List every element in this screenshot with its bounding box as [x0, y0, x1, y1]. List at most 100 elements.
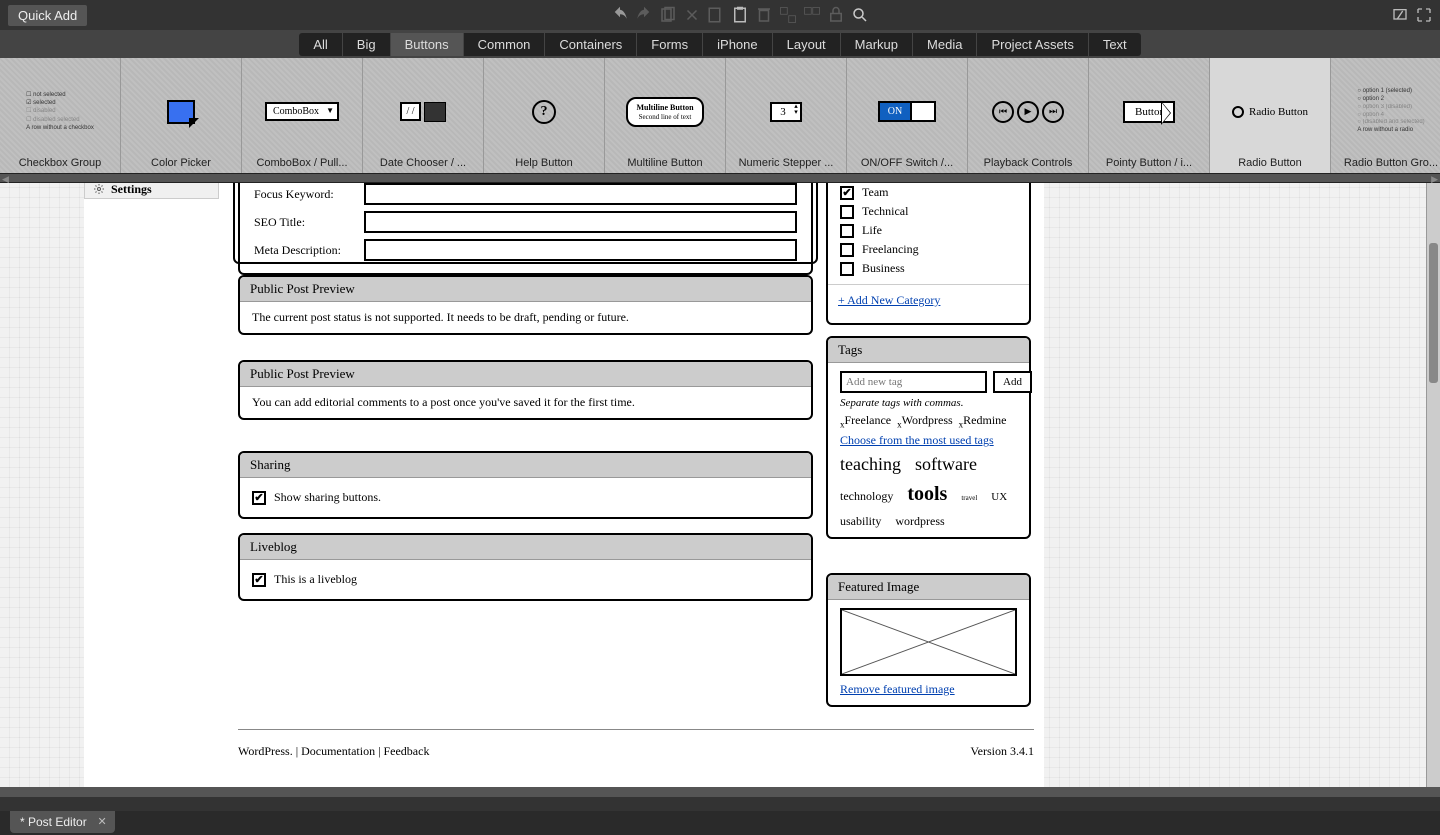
- category-checkbox[interactable]: [840, 243, 854, 257]
- document-tabs: * Post Editor ✕: [0, 811, 1440, 835]
- vertical-scrollbar[interactable]: [1426, 183, 1440, 787]
- lock-icon[interactable]: [827, 6, 845, 24]
- panel-title: Featured Image: [828, 575, 1029, 600]
- copy-icon[interactable]: [659, 6, 677, 24]
- seo-title-label: SEO Title:: [254, 215, 354, 230]
- tagcloud-item[interactable]: teaching: [840, 454, 901, 475]
- category-tab-project assets[interactable]: Project Assets: [977, 33, 1088, 56]
- tagcloud-item[interactable]: tools: [907, 483, 947, 506]
- ribbon-item-numeric-stepper-[interactable]: 3Numeric Stepper ...: [726, 58, 847, 173]
- featured-image-placeholder[interactable]: [840, 608, 1017, 676]
- tag-item[interactable]: xRedmine: [959, 413, 1007, 429]
- tagcloud-item[interactable]: software: [915, 454, 977, 475]
- mockup-wordpress: Settings Focus Keyword: SEO Title: Meta …: [84, 183, 1044, 787]
- undo-icon[interactable]: [611, 6, 629, 24]
- add-new-category-link[interactable]: + Add New Category: [838, 293, 940, 307]
- category-tab-media[interactable]: Media: [913, 33, 977, 56]
- duplicate-icon[interactable]: [707, 6, 725, 24]
- search-icon[interactable]: [851, 6, 869, 24]
- tagcloud-item[interactable]: usability: [840, 514, 881, 529]
- choose-tags-link[interactable]: Choose from the most used tags: [840, 433, 994, 447]
- category-tab-all[interactable]: All: [299, 33, 342, 56]
- add-tag-button[interactable]: Add: [993, 371, 1032, 393]
- sidebar-settings[interactable]: Settings: [84, 183, 219, 199]
- tag-input[interactable]: [840, 371, 987, 393]
- ribbon-item-radio-button-gro-[interactable]: ○ option 1 (selected)○ option 2○ option …: [1331, 58, 1440, 173]
- categories-panel: TeamTechnicalLifeFreelancingBusiness + A…: [826, 183, 1031, 325]
- tag-item[interactable]: xWordpress: [897, 413, 953, 429]
- toolbar-right: [1392, 7, 1432, 23]
- category-tab-big[interactable]: Big: [343, 33, 391, 56]
- tagcloud-item[interactable]: technology: [840, 489, 893, 504]
- panel-title: Liveblog: [240, 535, 811, 560]
- category-tab-common[interactable]: Common: [464, 33, 546, 56]
- footer-left: WordPress. | Documentation | Feedback: [238, 744, 429, 759]
- ribbon-item-help-button[interactable]: ?Help Button: [484, 58, 605, 173]
- component-ribbon: ☐ not selected☑ selected☐ disabled☐ disa…: [0, 58, 1440, 173]
- sidebar-settings-label: Settings: [111, 183, 152, 197]
- category-checkbox[interactable]: [840, 186, 854, 200]
- category-bar: AllBigButtonsCommonContainersFormsiPhone…: [0, 30, 1440, 58]
- ribbon-item-multiline-button[interactable]: Multiline ButtonSecond line of textMulti…: [605, 58, 726, 173]
- ribbon-item-date-chooser-[interactable]: / / Date Chooser / ...: [363, 58, 484, 173]
- category-label: Technical: [862, 204, 908, 219]
- category-label: Business: [862, 261, 905, 276]
- liveblog-panel: Liveblog This is a liveblog: [238, 533, 813, 601]
- ribbon-item-on-off-switch-[interactable]: ONON/OFF Switch /...: [847, 58, 968, 173]
- category-tab-layout[interactable]: Layout: [773, 33, 841, 56]
- sharing-checkbox-label: Show sharing buttons.: [274, 490, 381, 505]
- category-checkbox[interactable]: [840, 262, 854, 276]
- ribbon-item-playback-controls[interactable]: ⏮▶⏭Playback Controls: [968, 58, 1089, 173]
- horizontal-scroll[interactable]: ◀▶: [0, 173, 1440, 183]
- quick-add-button[interactable]: Quick Add: [8, 5, 87, 26]
- fullscreen-icon[interactable]: [1416, 7, 1432, 23]
- public-preview-panel-1: Public Post Preview The current post sta…: [238, 275, 813, 335]
- redo-icon[interactable]: [635, 6, 653, 24]
- ribbon-item-radio-button[interactable]: Radio ButtonRadio Button: [1210, 58, 1331, 173]
- tagcloud-item[interactable]: UX: [991, 491, 1007, 503]
- category-checkbox[interactable]: [840, 205, 854, 219]
- tagcloud-item[interactable]: travel: [961, 494, 977, 502]
- footer-right: Version 3.4.1: [970, 744, 1034, 759]
- seo-title-input[interactable]: [364, 211, 797, 233]
- featured-image-panel: Featured Image Remove featured image: [826, 573, 1031, 707]
- focus-keyword-label: Focus Keyword:: [254, 187, 354, 202]
- ribbon-item-pointy-button-i-[interactable]: ButtonPointy Button / i...: [1089, 58, 1210, 173]
- liveblog-checkbox[interactable]: [252, 573, 266, 587]
- category-tab-text[interactable]: Text: [1089, 33, 1141, 56]
- sharing-checkbox[interactable]: [252, 491, 266, 505]
- remove-featured-image-link[interactable]: Remove featured image: [840, 682, 955, 696]
- category-tab-containers[interactable]: Containers: [545, 33, 637, 56]
- paste-icon[interactable]: [731, 6, 749, 24]
- category-tab-markup[interactable]: Markup: [841, 33, 913, 56]
- panel-title: Public Post Preview: [240, 362, 811, 387]
- delete-icon[interactable]: [755, 6, 773, 24]
- ribbon-item-combobox-pull-[interactable]: ComboBoxComboBox / Pull...: [242, 58, 363, 173]
- ribbon-item-checkbox-group[interactable]: ☐ not selected☑ selected☐ disabled☐ disa…: [0, 58, 121, 173]
- focus-keyword-input[interactable]: [364, 183, 797, 205]
- meta-desc-label: Meta Description:: [254, 243, 354, 258]
- presentation-icon[interactable]: [1392, 7, 1408, 23]
- tags-hint: Separate tags with commas.: [840, 397, 1017, 409]
- close-icon[interactable]: ✕: [97, 815, 106, 828]
- group-icon[interactable]: [779, 6, 797, 24]
- cut-icon[interactable]: [683, 6, 701, 24]
- bottom-scroll[interactable]: [0, 787, 1440, 797]
- document-tab[interactable]: * Post Editor ✕: [10, 811, 115, 833]
- tagcloud-item[interactable]: wordpress: [895, 514, 944, 529]
- gear-icon: [93, 183, 105, 195]
- sharing-panel: Sharing Show sharing buttons.: [238, 451, 813, 519]
- panel-title: Tags: [828, 338, 1029, 363]
- liveblog-checkbox-label: This is a liveblog: [274, 572, 357, 587]
- ungroup-icon[interactable]: [803, 6, 821, 24]
- panel-text: You can add editorial comments to a post…: [240, 387, 811, 418]
- category-checkbox[interactable]: [840, 224, 854, 238]
- category-tab-iphone[interactable]: iPhone: [703, 33, 772, 56]
- toolbar-center: [87, 6, 1392, 24]
- category-tab-buttons[interactable]: Buttons: [391, 33, 464, 56]
- canvas[interactable]: Settings Focus Keyword: SEO Title: Meta …: [0, 183, 1440, 787]
- meta-desc-input[interactable]: [364, 239, 797, 261]
- ribbon-item-color-picker[interactable]: Color Picker: [121, 58, 242, 173]
- tag-item[interactable]: xFreelance: [840, 413, 891, 429]
- category-tab-forms[interactable]: Forms: [637, 33, 703, 56]
